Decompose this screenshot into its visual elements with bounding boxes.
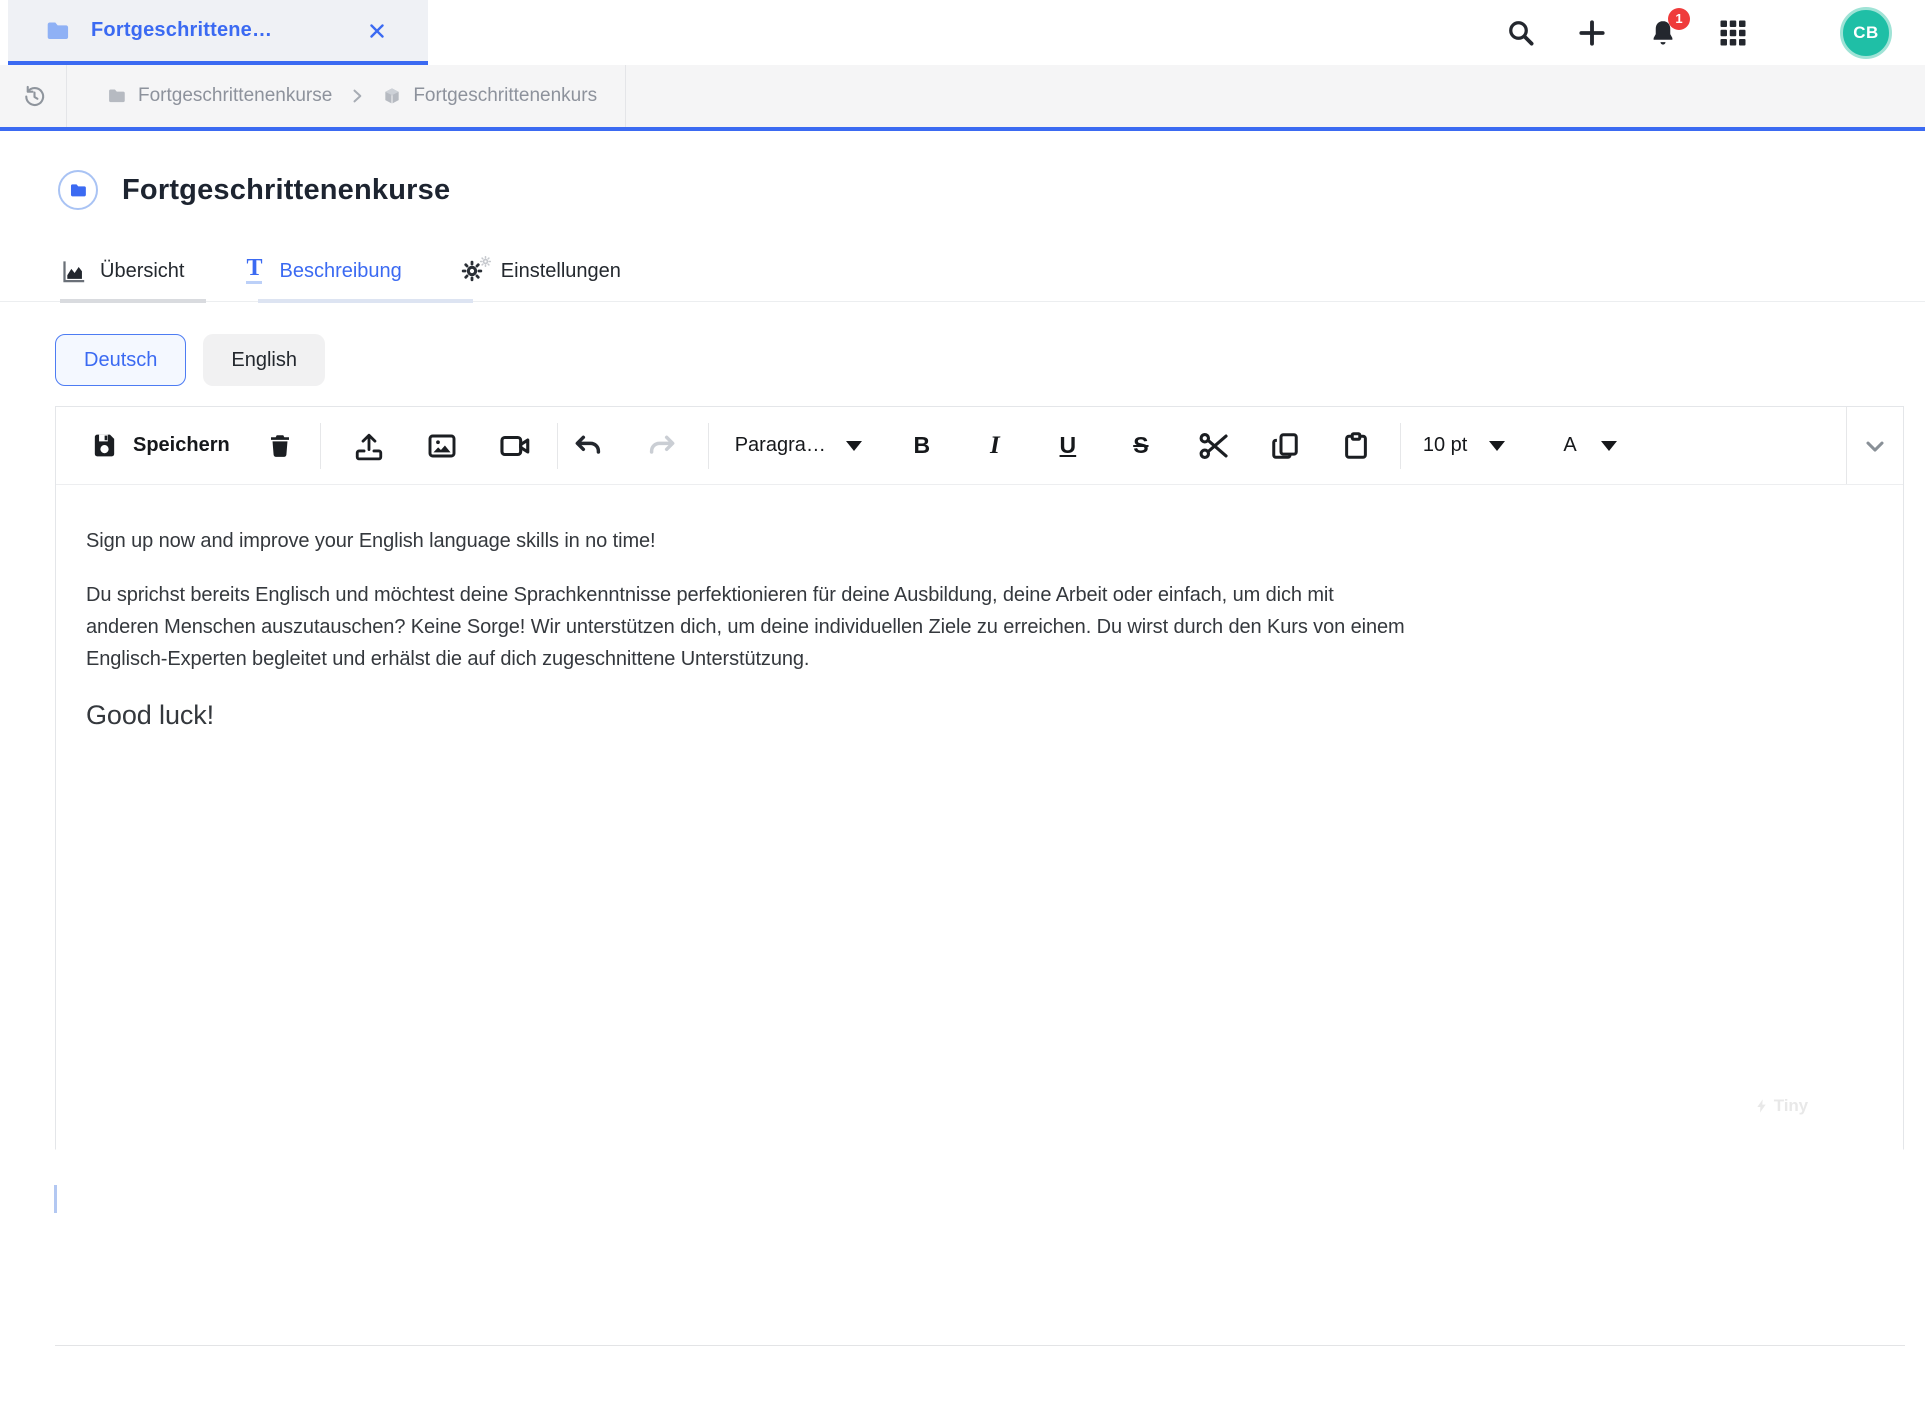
search-icon[interactable]	[1506, 18, 1536, 48]
paragraph-dropdown[interactable]: Paragra…	[735, 434, 862, 457]
language-button-deutsch[interactable]: Deutsch	[55, 334, 186, 386]
bottom-divider	[55, 1345, 1905, 1346]
text-icon: T	[242, 258, 266, 284]
apps-grid-icon[interactable]	[1718, 18, 1748, 48]
undo-icon[interactable]	[568, 430, 608, 462]
toolbar-more-button[interactable]	[1846, 407, 1903, 484]
save-icon	[90, 431, 119, 460]
plus-icon[interactable]	[1576, 17, 1608, 49]
tab-beschreibung[interactable]: T Beschreibung	[242, 258, 401, 284]
tab-label: Beschreibung	[279, 260, 401, 283]
divider	[66, 65, 67, 127]
bell-icon[interactable]: 1	[1648, 18, 1678, 48]
paragraph: Sign up now and improve your English lan…	[86, 525, 1843, 557]
upload-icon[interactable]	[349, 429, 389, 463]
editor-toolbar: Speichern	[56, 407, 1903, 485]
save-label: Speichern	[133, 434, 230, 457]
tab-underline-beschreibung	[258, 299, 473, 303]
caret-down-icon	[1601, 441, 1617, 451]
language-button-english[interactable]: English	[203, 334, 325, 386]
language-toggle: Deutsch English	[55, 334, 325, 386]
accent-rule	[0, 127, 1925, 131]
video-icon[interactable]	[495, 429, 535, 463]
stray-caret-mark	[54, 1185, 57, 1213]
trash-icon[interactable]	[260, 432, 300, 460]
top-bar: Fortgeschrittene… 1 CB	[0, 0, 1925, 65]
copy-icon[interactable]	[1265, 431, 1305, 461]
tab-underline-uebersicht	[60, 299, 206, 303]
divider	[557, 423, 558, 469]
breadcrumb-item-course[interactable]: Fortgeschrittenenkurs	[382, 85, 597, 107]
tab-einstellungen[interactable]: Einstellungen	[460, 257, 621, 285]
underline-button[interactable]: U	[1048, 432, 1088, 459]
rich-text-editor: Speichern	[55, 406, 1904, 1150]
italic-button[interactable]: I	[975, 432, 1015, 460]
image-icon[interactable]	[422, 430, 462, 462]
tab-title: Fortgeschrittene…	[91, 19, 272, 42]
tab-uebersicht[interactable]: Übersicht	[60, 258, 184, 285]
editor-content[interactable]: Sign up now and improve your English lan…	[56, 485, 1903, 1150]
notification-badge: 1	[1668, 8, 1690, 30]
text-color-dropdown[interactable]: A	[1563, 434, 1616, 457]
tab-label: Einstellungen	[501, 260, 621, 283]
caret-down-icon	[846, 441, 862, 451]
chart-icon	[60, 258, 87, 285]
gears-icon	[460, 257, 488, 285]
divider	[625, 65, 626, 127]
redo-icon[interactable]	[642, 430, 682, 462]
page-tabs: Übersicht T Beschreibung Einstellungen	[60, 248, 679, 294]
paragraph-line: Englisch-Experten begleitet und erhälst …	[86, 643, 1843, 675]
history-icon[interactable]	[22, 84, 47, 109]
cube-icon	[382, 86, 402, 106]
font-size-dropdown[interactable]: 10 pt	[1423, 434, 1505, 457]
divider	[708, 423, 709, 469]
chevron-down-icon	[1861, 432, 1889, 460]
paragraph-line: Du sprichst bereits Englisch und möchtes…	[86, 579, 1843, 611]
folder-icon	[45, 18, 71, 44]
page-head: Fortgeschrittenenkurse	[58, 170, 450, 210]
tinymce-watermark: Tiny	[1754, 1090, 1808, 1122]
close-icon[interactable]	[366, 20, 388, 42]
bolt-icon	[1754, 1098, 1770, 1114]
breadcrumb-label: Fortgeschrittenenkurse	[138, 85, 332, 107]
breadcrumb-item-folder[interactable]: Fortgeschrittenenkurse	[107, 85, 332, 107]
cut-icon[interactable]	[1194, 429, 1234, 463]
bold-button[interactable]: B	[902, 432, 942, 459]
course-folder-icon	[58, 170, 98, 210]
folder-icon	[107, 86, 127, 106]
strikethrough-button[interactable]: S	[1121, 432, 1161, 459]
breadcrumb: Fortgeschrittenenkurse Fortgeschrittenen…	[0, 65, 1925, 127]
divider	[320, 423, 321, 469]
avatar[interactable]: CB	[1840, 7, 1892, 59]
breadcrumb-label: Fortgeschrittenenkurs	[413, 85, 597, 107]
paragraph: Good luck!	[86, 697, 1843, 733]
caret-down-icon	[1489, 441, 1505, 451]
topbar-actions: 1 CB	[1506, 0, 1925, 65]
paste-icon[interactable]	[1336, 431, 1376, 461]
tab-label: Übersicht	[100, 260, 184, 283]
chevron-right-icon	[347, 86, 367, 106]
paragraph-line: anderen Menschen auszutauschen? Keine So…	[86, 611, 1843, 643]
divider	[1400, 423, 1401, 469]
page-title: Fortgeschrittenenkurse	[122, 174, 450, 207]
save-button[interactable]: Speichern	[76, 431, 244, 460]
open-tab[interactable]: Fortgeschrittene…	[8, 0, 428, 65]
